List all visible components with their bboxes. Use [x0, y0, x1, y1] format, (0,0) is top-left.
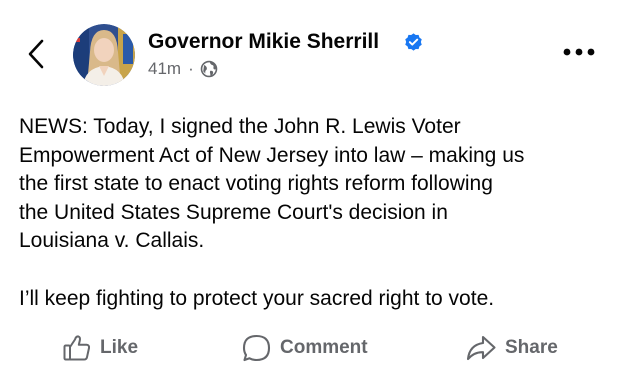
back-button[interactable]	[22, 36, 50, 72]
globe-icon[interactable]	[200, 60, 218, 78]
chevron-left-icon	[28, 39, 44, 69]
verified-badge-icon	[405, 33, 422, 51]
post-text: NEWS: Today, I signed the John R. Lewis …	[19, 115, 525, 310]
thumbs-up-icon	[63, 335, 91, 361]
more-options-button[interactable]	[560, 40, 598, 64]
meta-separator: ·	[188, 59, 194, 78]
like-label: Like	[100, 337, 139, 358]
post-meta: 41m ·	[148, 57, 218, 81]
author-name[interactable]: Governor Mikie Sherrill	[148, 28, 379, 56]
post-action-bar: Like Comment Share	[0, 328, 618, 368]
like-button[interactable]: Like	[62, 328, 138, 368]
comment-bubble-icon	[242, 334, 271, 361]
share-arrow-icon	[466, 335, 496, 361]
more-horizontal-icon	[563, 48, 595, 56]
timestamp[interactable]: 41m	[148, 59, 181, 79]
comment-label: Comment	[280, 337, 368, 358]
share-button[interactable]: Share	[465, 328, 558, 368]
comment-button[interactable]: Comment	[241, 328, 368, 368]
share-label: Share	[505, 337, 558, 358]
post-header: Governor Mikie Sherrill 41m ·	[0, 0, 618, 100]
avatar[interactable]	[73, 24, 135, 86]
